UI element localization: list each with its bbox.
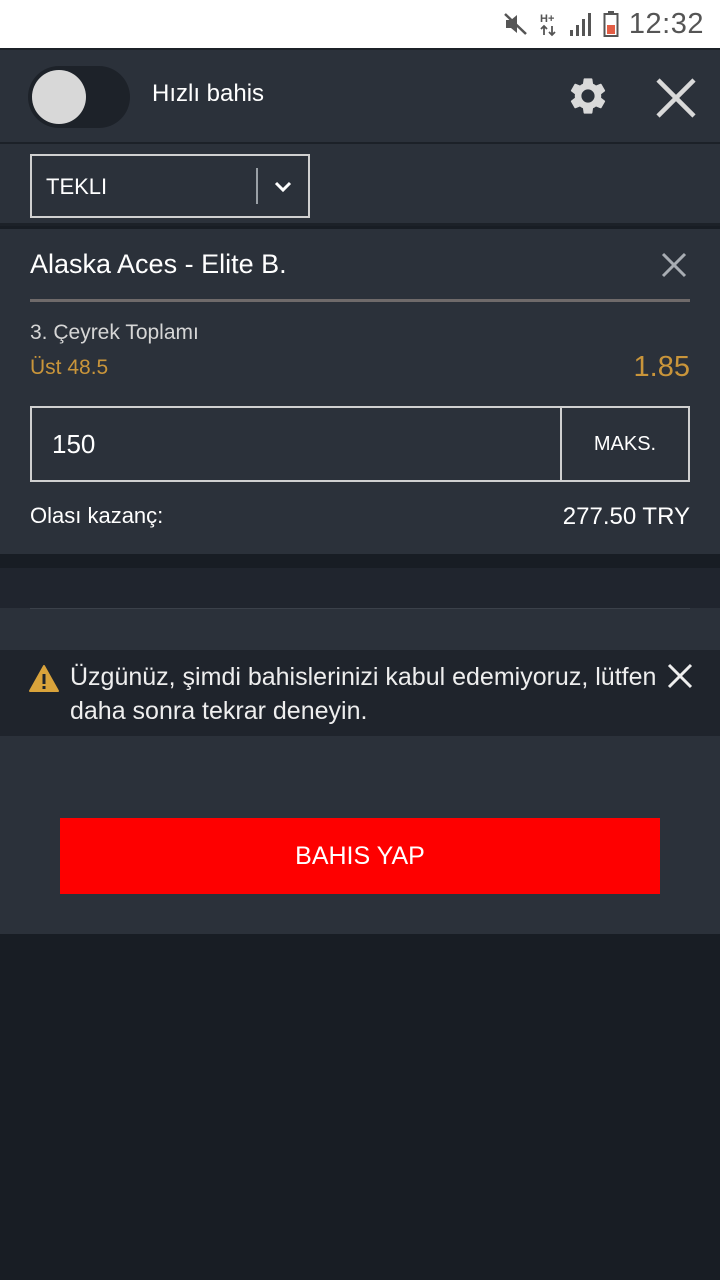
card-divider bbox=[30, 299, 690, 302]
action-area: BAHIS YAP bbox=[0, 736, 720, 934]
divider bbox=[30, 608, 690, 609]
bet-type-select[interactable]: TEKLI bbox=[30, 154, 310, 218]
selection-name: Üst 48.5 bbox=[30, 356, 109, 379]
market-name: 3. Çeyrek Toplamı bbox=[30, 321, 199, 344]
close-icon[interactable] bbox=[652, 74, 700, 122]
bet-type-row: TEKLI bbox=[0, 142, 720, 226]
spacer bbox=[0, 568, 720, 608]
svg-text:H+: H+ bbox=[540, 13, 554, 25]
status-time: 12:32 bbox=[628, 7, 704, 40]
place-bet-button[interactable]: BAHIS YAP bbox=[60, 818, 660, 894]
spacer bbox=[0, 554, 720, 568]
gear-icon[interactable] bbox=[566, 74, 610, 118]
bet-card: Alaska Aces - Elite B. 3. Çeyrek Toplamı… bbox=[0, 229, 720, 554]
toggle-knob bbox=[32, 70, 86, 124]
stake-input[interactable] bbox=[32, 408, 560, 480]
spacer bbox=[0, 608, 720, 650]
signal-icon bbox=[569, 11, 593, 37]
status-bar: H+ 12:32 bbox=[0, 0, 720, 48]
stake-box: MAKS. bbox=[30, 406, 690, 482]
potential-winnings-label: Olası kazanç: bbox=[30, 503, 164, 528]
battery-icon bbox=[603, 10, 619, 38]
odds-value: 1.85 bbox=[633, 351, 690, 383]
warning-banner: Üzgünüz, şimdi bahislerinizi kabul edemi… bbox=[0, 650, 720, 736]
mute-icon bbox=[503, 11, 529, 37]
warning-icon bbox=[28, 664, 60, 694]
remove-bet-close-icon[interactable] bbox=[660, 251, 688, 279]
network-hplus-icon: H+ bbox=[539, 10, 559, 38]
dismiss-warning-close-icon[interactable] bbox=[667, 663, 693, 694]
quick-bet-label: Hızlı bahis bbox=[152, 80, 265, 107]
bet-slip-header: Hızlı bahis bbox=[0, 48, 720, 142]
warning-message: Üzgünüz, şimdi bahislerinizi kabul edemi… bbox=[70, 663, 657, 725]
bet-type-value: TEKLI bbox=[46, 174, 108, 199]
quick-bet-toggle[interactable] bbox=[28, 66, 130, 128]
select-divider bbox=[256, 168, 258, 204]
status-bar-icons: H+ 12:32 bbox=[503, 0, 704, 48]
chevron-down-icon bbox=[270, 174, 296, 200]
max-stake-button[interactable]: MAKS. bbox=[560, 408, 688, 480]
potential-winnings-value: 277.50 TRY bbox=[562, 503, 690, 530]
match-name: Alaska Aces - Elite B. bbox=[30, 249, 287, 279]
